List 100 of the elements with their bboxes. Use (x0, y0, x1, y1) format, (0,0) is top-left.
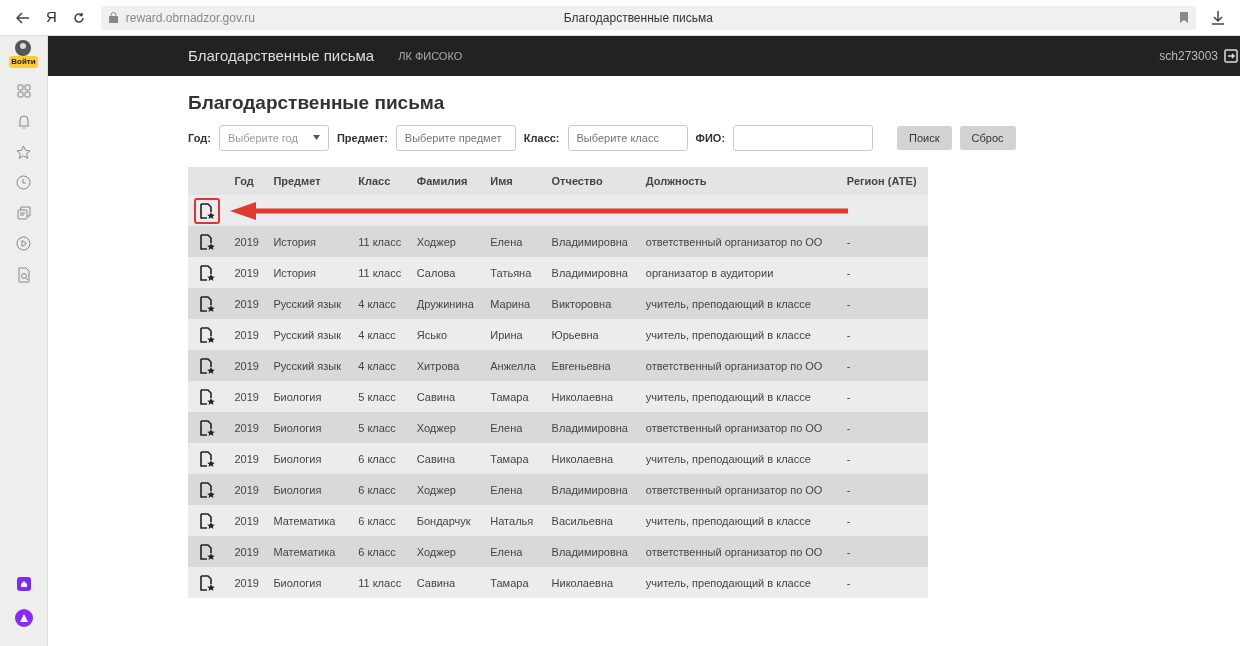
app-icon[interactable] (14, 574, 33, 592)
logout-icon[interactable] (1224, 49, 1238, 63)
certificate-icon[interactable] (199, 420, 215, 437)
table-cell: ответственный организатор по ОО (639, 350, 841, 382)
table-cell: Евгеньевна (545, 350, 640, 382)
filter-button[interactable]: Поиск (897, 125, 952, 151)
bookmark-icon[interactable] (1180, 12, 1188, 23)
certificate-icon[interactable] (199, 451, 215, 468)
certificate-icon[interactable] (199, 202, 215, 219)
username: sch273003 (1159, 48, 1218, 65)
table-cell: 2019 (228, 288, 268, 320)
table-cell: - (840, 288, 928, 320)
column-header: Регион (АТЕ) (840, 166, 928, 196)
table-cell: - (840, 257, 928, 289)
table-cell: 2019 (228, 474, 268, 506)
play-icon[interactable] (16, 236, 31, 251)
certificate-icon[interactable] (199, 513, 215, 530)
table-cell: Анжелла (484, 350, 546, 382)
table-cell: Тамара (484, 381, 546, 413)
table-cell: 6 класс (352, 443, 411, 475)
reload-icon[interactable] (72, 11, 85, 24)
browser-logo[interactable]: Я (46, 6, 57, 29)
table-cell: 2019 (228, 536, 268, 568)
table-cell: 2019 (228, 381, 268, 413)
table-cell: 2019 (228, 505, 268, 537)
navbar-brand[interactable]: Благодарственные письма (188, 44, 375, 68)
document-search-icon[interactable] (17, 267, 30, 283)
table-cell: Ирина (484, 319, 546, 351)
login-badge[interactable]: Войти (9, 56, 38, 68)
table-cell: Николаевна (545, 381, 640, 413)
table-cell: Владимировна (545, 474, 640, 506)
lock-icon (108, 12, 118, 23)
table-cell: Владимировна (545, 226, 640, 258)
clock-icon[interactable] (16, 175, 31, 190)
certificate-icon[interactable] (199, 482, 215, 499)
star-icon[interactable] (16, 145, 31, 159)
table-cell: Елена (484, 474, 546, 506)
certificate-icon[interactable] (199, 544, 215, 561)
filter-label: ФИО: (695, 130, 726, 146)
table-cell: Наталья (484, 505, 546, 537)
certificate-icon[interactable] (199, 296, 215, 313)
table-cell: Математика (267, 505, 353, 537)
table-cell: - (840, 412, 928, 444)
table-cell: Елена (484, 226, 546, 258)
table-cell: 6 класс (352, 474, 411, 506)
address-bar[interactable]: reward.obrnadzor.gov.ru Благодарственные письма (100, 5, 1196, 30)
table-cell: История (267, 257, 353, 289)
certificate-icon[interactable] (199, 265, 215, 282)
assistant-icon[interactable] (13, 608, 34, 628)
certificate-icon[interactable] (199, 327, 215, 344)
filter-field[interactable] (733, 124, 874, 151)
column-header: Год (228, 166, 268, 196)
table-cell: Владимировна (545, 412, 640, 444)
table-cell: ответственный организатор по ОО (639, 536, 841, 568)
avatar-icon[interactable] (13, 40, 34, 56)
table-cell: Васильевна (545, 505, 640, 537)
table-cell: 2019 (228, 319, 268, 351)
table-cell: Викторовна (545, 288, 640, 320)
certificate-icon[interactable] (199, 389, 215, 406)
table-cell: учитель, преподающий в классе (639, 288, 841, 320)
column-header: Отчество (545, 166, 640, 196)
table-cell: - (840, 226, 928, 258)
table-cell: Татьяна (484, 257, 546, 289)
table-cell: Елена (484, 412, 546, 444)
table-cell: Савина (410, 443, 485, 475)
caret-icon (312, 135, 320, 141)
back-icon[interactable] (16, 11, 30, 24)
bell-icon[interactable] (16, 114, 31, 129)
filter-field[interactable]: Выберите предмет (395, 124, 516, 151)
table-cell: - (840, 567, 928, 599)
page-heading: Благодарственные письма (188, 92, 446, 115)
certificate-icon[interactable] (199, 358, 215, 375)
certificate-icon[interactable] (199, 234, 215, 251)
table-cell: Математика (267, 536, 353, 568)
filter-label: Предмет: (336, 130, 388, 146)
table-cell: Савина (410, 567, 485, 599)
table-cell: Биология (267, 412, 353, 444)
table-cell: Дружинина (410, 288, 485, 320)
filter-button[interactable]: Сброс (959, 125, 1016, 151)
table-cell: 5 класс (352, 381, 411, 413)
table-cell: 2019 (228, 257, 268, 289)
column-header: Класс (352, 166, 411, 196)
page-title: Благодарственные письма (563, 9, 714, 27)
column-header: Имя (484, 166, 546, 196)
table-cell: - (840, 381, 928, 413)
table-cell: Марина (484, 288, 546, 320)
download-icon[interactable] (1212, 10, 1224, 25)
table-cell: История (267, 226, 353, 258)
nav-link[interactable]: ЛК ФИСОКО (398, 47, 463, 65)
table-cell: Владимировна (545, 536, 640, 568)
table-cell: Елена (484, 536, 546, 568)
table-cell: 4 класс (352, 319, 411, 351)
table-cell: Владимировна (545, 257, 640, 289)
table-cell: - (840, 319, 928, 351)
table-cell: организатор в аудитории (639, 257, 841, 289)
table-cell: Биология (267, 567, 353, 599)
filter-field[interactable]: Выберите класс (567, 124, 688, 151)
table-cell: 6 класс (352, 505, 411, 537)
certificate-icon[interactable] (199, 575, 215, 592)
filter-label: Год: (188, 130, 211, 146)
